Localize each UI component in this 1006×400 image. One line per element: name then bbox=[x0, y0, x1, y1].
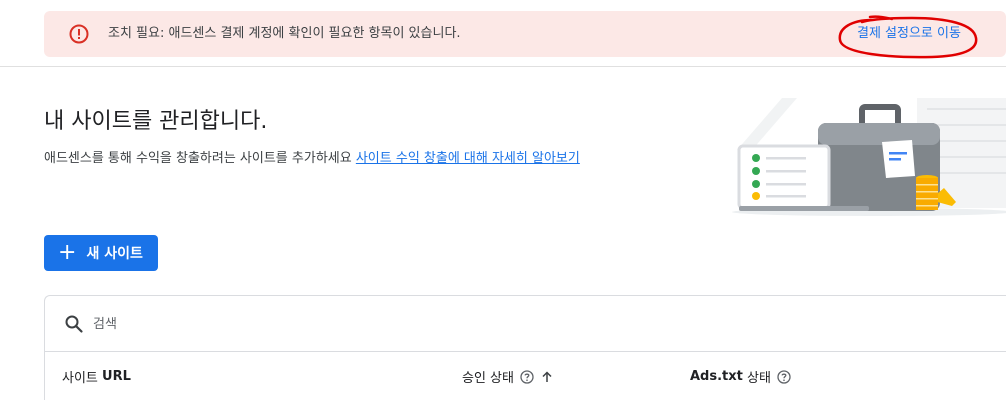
search-icon bbox=[65, 315, 83, 333]
go-to-payment-settings-link[interactable]: 결제 설정으로 이동 bbox=[857, 24, 961, 44]
column-header-ads-txt-status[interactable]: Ads.txt 상태 bbox=[690, 367, 791, 386]
ads-txt-header-suffix: 상태 bbox=[747, 371, 771, 386]
site-url-header-bold: URL bbox=[102, 369, 131, 384]
help-icon[interactable] bbox=[520, 369, 534, 384]
ads-txt-header-bold: Ads.txt bbox=[690, 369, 743, 384]
page-description-text: 애드센스를 통해 수익을 창출하려는 사이트를 추가하세요 bbox=[44, 151, 352, 166]
alert-bar: 조치 필요: 애드센스 결제 계정에 확인이 필요한 항목이 있습니다. 결제 … bbox=[0, 0, 1006, 67]
alert-message: 조치 필요: 애드센스 결제 계정에 확인이 필요한 항목이 있습니다. bbox=[108, 26, 461, 41]
new-site-label: 새 사이트 bbox=[86, 246, 143, 262]
sites-illustration bbox=[732, 98, 1006, 216]
column-header-site-url[interactable]: 사이트 URL bbox=[62, 367, 131, 386]
page-description: 애드센스를 통해 수익을 창출하려는 사이트를 추가하세요 사이트 수익 창출에… bbox=[44, 147, 580, 166]
learn-more-link[interactable]: 사이트 수익 창출에 대해 자세히 알아보기 bbox=[356, 151, 580, 166]
search-input[interactable] bbox=[93, 312, 593, 336]
new-site-button[interactable]: + 새 사이트 bbox=[44, 235, 158, 271]
approval-status-header-label: 승인 상태 bbox=[462, 371, 514, 386]
column-header-approval-status[interactable]: 승인 상태 bbox=[462, 367, 554, 386]
sort-ascending-icon[interactable] bbox=[540, 370, 554, 384]
page-title: 내 사이트를 관리합니다. bbox=[44, 109, 268, 134]
action-required-alert: 조치 필요: 애드센스 결제 계정에 확인이 필요한 항목이 있습니다. 결제 … bbox=[44, 11, 1006, 57]
sites-table: 사이트 URL 승인 상태 Ads.txt 상태 bbox=[44, 295, 1006, 400]
help-icon[interactable] bbox=[777, 369, 791, 384]
plus-icon: + bbox=[58, 240, 77, 265]
site-url-header-prefix: 사이트 bbox=[62, 371, 98, 386]
search-bar bbox=[45, 296, 1006, 352]
table-header-row: 사이트 URL 승인 상태 Ads.txt 상태 bbox=[45, 352, 1006, 400]
error-icon bbox=[69, 24, 89, 44]
